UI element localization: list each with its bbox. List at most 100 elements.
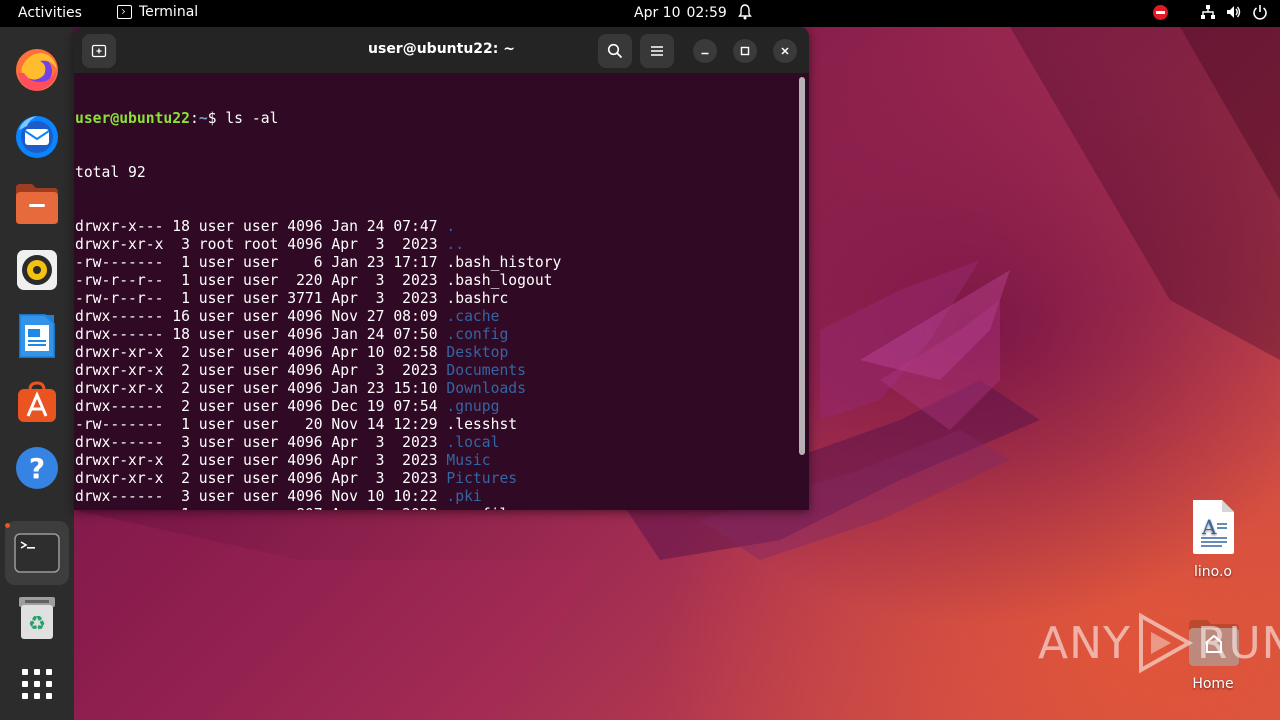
- listing-meta: drwxr-xr-x 2 user user 4096 Apr 3 2023: [75, 470, 447, 487]
- listing-meta: drwx------ 16 user user 4096 Nov 27 08:0…: [75, 308, 447, 325]
- app-menu[interactable]: Terminal: [117, 4, 198, 20]
- listing-row: -rw------- 1 user user 20 Nov 14 12:29 .…: [75, 416, 795, 434]
- dock: ? ♻: [0, 27, 74, 720]
- listing-dir-name: Documents: [446, 362, 526, 379]
- hamburger-icon: [651, 46, 663, 56]
- app-menu-label: Terminal: [139, 4, 199, 20]
- rhythmbox-icon[interactable]: [13, 246, 61, 294]
- network-icon: [1201, 5, 1215, 19]
- maximize-button[interactable]: [733, 39, 757, 63]
- listing-row: drwxr-x--- 18 user user 4096 Jan 24 07:4…: [75, 218, 795, 236]
- listing-meta: -rw-r--r-- 1 user user 807 Apr 3 2023: [75, 506, 446, 510]
- notification-bell-icon[interactable]: [738, 4, 752, 20]
- directory-listing: drwxr-x--- 18 user user 4096 Jan 24 07:4…: [75, 218, 795, 510]
- listing-dir-name: ..: [446, 236, 465, 253]
- listing-row: drwxr-xr-x 2 user user 4096 Apr 3 2023 D…: [75, 362, 795, 380]
- app-center-icon[interactable]: [13, 378, 61, 426]
- scrollbar[interactable]: [799, 77, 805, 455]
- listing-dir-name: .pki: [446, 488, 482, 505]
- listing-file-name: .lesshst: [446, 416, 518, 433]
- help-icon[interactable]: ?: [13, 444, 61, 492]
- listing-row: drwx------ 2 user user 4096 Dec 19 07:54…: [75, 398, 795, 416]
- listing-dir-name: Downloads: [446, 380, 526, 397]
- listing-row: drwxr-xr-x 2 user user 4096 Apr 3 2023 M…: [75, 452, 795, 470]
- search-icon: [607, 43, 623, 59]
- listing-file-name: .bash_logout: [446, 272, 553, 289]
- listing-row: drwx------ 16 user user 4096 Nov 27 08:0…: [75, 308, 795, 326]
- watermark-right-text: RUN: [1196, 617, 1280, 669]
- activities-button[interactable]: Activities: [18, 5, 82, 21]
- desktop-file-lino[interactable]: A lino.o: [1173, 498, 1253, 580]
- terminal-app-icon: [117, 5, 132, 19]
- menu-button[interactable]: [640, 34, 674, 68]
- listing-meta: drwx------ 3 user user 4096 Nov 10 10:22: [75, 488, 447, 505]
- listing-meta: drwx------ 3 user user 4096 Apr 3 2023: [75, 434, 447, 451]
- listing-file-name: .profile: [446, 506, 517, 510]
- listing-row: drwxr-xr-x 3 root root 4096 Apr 3 2023 .…: [75, 236, 795, 254]
- close-button[interactable]: [773, 39, 797, 63]
- listing-meta: drwx------ 2 user user 4096 Dec 19 07:54: [75, 398, 447, 415]
- listing-meta: -rw-r--r-- 1 user user 3771 Apr 3 2023: [75, 290, 447, 307]
- clock-time: 02:59: [686, 5, 727, 21]
- command-text: ls -al: [216, 110, 279, 127]
- show-apps-icon[interactable]: [13, 660, 61, 708]
- do-not-disturb-icon[interactable]: [1153, 4, 1168, 20]
- running-indicator: [5, 523, 10, 528]
- system-tray[interactable]: [1153, 4, 1268, 20]
- listing-meta: -rw------- 1 user user 6 Jan 23 17:17: [75, 254, 447, 271]
- command-line: user@ubuntu22:~$ ls -al: [75, 110, 795, 128]
- minimize-button[interactable]: [693, 39, 717, 63]
- listing-meta: drwx------ 18 user user 4096 Jan 24 07:5…: [75, 326, 447, 343]
- listing-dir-name: .cache: [446, 308, 500, 325]
- listing-meta: drwxr-xr-x 2 user user 4096 Apr 3 2023: [75, 452, 447, 469]
- terminal-titlebar[interactable]: user@ubuntu22: ~: [74, 27, 809, 73]
- listing-row: drwx------ 3 user user 4096 Apr 3 2023 .…: [75, 434, 795, 452]
- clock[interactable]: Apr 10 02:59: [634, 5, 727, 21]
- desktop-file-label: lino.o: [1194, 564, 1232, 580]
- listing-dir-name: Pictures: [446, 470, 518, 487]
- listing-dir-name: .local: [446, 434, 500, 451]
- close-icon: [781, 47, 789, 55]
- listing-dir-name: .gnupg: [446, 398, 500, 415]
- svg-text:?: ?: [29, 452, 45, 485]
- listing-row: -rw-r--r-- 1 user user 3771 Apr 3 2023 .…: [75, 290, 795, 308]
- listing-meta: drwxr-xr-x 2 user user 4096 Jan 23 15:10: [75, 380, 447, 397]
- search-button[interactable]: [598, 34, 632, 68]
- clock-date: Apr 10: [634, 5, 681, 21]
- listing-row: drwxr-xr-x 2 user user 4096 Apr 10 02:58…: [75, 344, 795, 362]
- listing-file-name: .bash_history: [446, 254, 562, 271]
- prompt-user: user@ubuntu22: [75, 110, 190, 127]
- play-logo-icon: [1138, 612, 1193, 674]
- svg-text:A: A: [1201, 515, 1217, 539]
- listing-meta: -rw-r--r-- 1 user user 220 Apr 3 2023: [75, 272, 447, 289]
- desktop-home-label: Home: [1192, 676, 1234, 692]
- terminal-icon[interactable]: [5, 521, 69, 585]
- firefox-icon[interactable]: [13, 46, 61, 94]
- text-document-icon: A: [1193, 500, 1234, 554]
- libreoffice-writer-icon[interactable]: [13, 312, 61, 360]
- listing-row: -rw-r--r-- 1 user user 220 Apr 3 2023 .b…: [75, 272, 795, 290]
- listing-row: drwxr-xr-x 2 user user 4096 Apr 3 2023 P…: [75, 470, 795, 488]
- listing-meta: drwxr-xr-x 2 user user 4096 Apr 10 02:58: [75, 344, 447, 361]
- listing-row: -rw------- 1 user user 6 Jan 23 17:17 .b…: [75, 254, 795, 272]
- terminal-output[interactable]: user@ubuntu22:~$ ls -al total 92 drwxr-x…: [75, 74, 795, 510]
- watermark-left-text: ANY: [1038, 617, 1131, 669]
- prompt-path: ~: [198, 110, 208, 127]
- listing-row: drwx------ 18 user user 4096 Jan 24 07:5…: [75, 326, 795, 344]
- prompt-separator: :: [189, 110, 199, 127]
- listing-dir-name: .config: [446, 326, 509, 343]
- files-icon[interactable]: [13, 180, 61, 228]
- svg-text:♻: ♻: [28, 611, 46, 635]
- thunderbird-icon[interactable]: [13, 112, 61, 160]
- listing-row: drwx------ 3 user user 4096 Nov 10 10:22…: [75, 488, 795, 506]
- terminal-window[interactable]: user@ubuntu22: ~ user@ubuntu22:~$ ls -al…: [74, 27, 809, 510]
- total-line: total 92: [75, 164, 146, 181]
- listing-meta: drwxr-xr-x 3 root root 4096 Apr 3 2023: [75, 236, 447, 253]
- trash-icon[interactable]: ♻: [13, 594, 61, 642]
- volume-icon: [1227, 6, 1241, 18]
- listing-dir-name: Music: [446, 452, 491, 469]
- listing-meta: drwxr-xr-x 2 user user 4096 Apr 3 2023: [75, 362, 447, 379]
- minimize-icon: [701, 52, 709, 55]
- power-icon: [1253, 5, 1267, 20]
- listing-meta: drwxr-x--- 18 user user 4096 Jan 24 07:4…: [75, 218, 447, 235]
